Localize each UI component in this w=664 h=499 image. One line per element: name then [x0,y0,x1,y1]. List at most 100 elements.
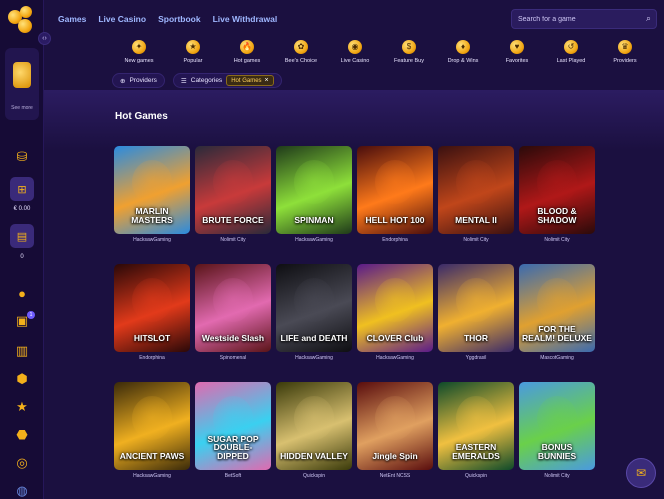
category-hot-games[interactable]: 🔥 Hot games [220,40,274,64]
category-last-played[interactable]: ↺ Last Played [544,40,598,64]
category-label: Live Casino [340,58,370,64]
game-title: Jingle Spin [372,450,418,461]
game-card[interactable]: Westside Slash Spinomenal [195,264,271,361]
game-provider: Endorphina [139,355,165,361]
game-thumbnail[interactable]: HIDDEN VALLEY [276,382,352,470]
category-favorites[interactable]: ♥ Favorites [490,40,544,64]
game-thumbnail[interactable]: LIFE and DEATH [276,264,352,352]
category-drops-wins[interactable]: ♦ Drop & Wins [436,40,490,64]
target-icon[interactable]: ◎ [11,452,33,474]
bee-logo-icon[interactable] [6,6,38,34]
game-card[interactable]: HIDDEN VALLEY Quickspin [276,382,352,479]
game-card[interactable]: EASTERN EMERALDS Quickspin [438,382,514,479]
game-thumbnail[interactable]: ANCIENT PAWS [114,382,190,470]
category-label: Favorites [505,58,529,64]
coins-stack-icon[interactable]: ● [11,282,33,304]
game-thumbnail[interactable]: CLOVER Club [357,264,433,352]
game-card[interactable]: CLOVER Club HacksawGaming [357,264,433,361]
game-card[interactable]: HITSLOT Endorphina [114,264,190,361]
game-card[interactable]: BLOOD & SHADOW Nolimit City [519,146,595,243]
game-artwork [294,278,334,322]
new-games-icon: ✦ [132,40,146,54]
drops-wins-icon: ♦ [456,40,470,54]
game-title: BLOOD & SHADOW [537,206,577,225]
game-artwork [537,160,577,204]
game-card[interactable]: BRUTE FORCE Nolimit City [195,146,271,243]
nav-live-withdrawal[interactable]: Live Withdrawal [213,14,278,24]
game-title: ANCIENT PAWS [119,450,185,461]
game-thumbnail[interactable]: MENTAL II [438,146,514,234]
game-card[interactable]: SPINMAN HacksawGaming [276,146,352,243]
game-card[interactable]: MENTAL II Nolimit City [438,146,514,243]
game-card[interactable]: THOR Yggdrasil [438,264,514,361]
game-artwork [294,396,334,440]
game-provider: Nolimit City [544,237,570,243]
game-thumbnail[interactable]: SUGAR POP DOUBLE-DIPPED [195,382,271,470]
chat-button[interactable]: ✉ [626,458,656,488]
game-provider: Nolimit City [463,237,489,243]
category-label: Last Played [556,58,586,64]
game-thumbnail[interactable]: HITSLOT [114,264,190,352]
category-new-games[interactable]: ✦ New games [112,40,166,64]
category-popular[interactable]: ★ Popular [166,40,220,64]
category-label: New games [124,58,154,64]
game-card[interactable]: ANCIENT PAWS HacksawGaming [114,382,190,479]
game-artwork [537,278,577,322]
game-card[interactable]: SUGAR POP DOUBLE-DIPPED BetSoft [195,382,271,479]
game-card[interactable]: FOR THE REALM! DELUXE MascotGaming [519,264,595,361]
game-provider: MascotGaming [540,355,574,361]
game-title: HITSLOT [133,332,171,343]
game-thumbnail[interactable]: HELL HOT 100 [357,146,433,234]
nav-live-casino[interactable]: Live Casino [98,14,146,24]
game-provider: Nolimit City [220,237,246,243]
wallet-icon[interactable]: ▤ [10,224,34,248]
active-tag[interactable]: Hot Games × [226,75,274,86]
game-title: BONUS BUNNIES [537,442,577,461]
categories-filter[interactable]: ☰ Categories Hot Games × [172,73,282,88]
search-box: ⌕ [511,9,657,29]
hexagon-icon[interactable]: ⬣ [11,424,33,446]
game-thumbnail[interactable]: Jingle Spin [357,382,433,470]
game-title: MARLIN MASTERS [131,206,173,225]
game-title: BRUTE FORCE [202,214,264,225]
game-thumbnail[interactable]: SPINMAN [276,146,352,234]
game-card[interactable]: MARLIN MASTERS HacksawGaming [114,146,190,243]
game-thumbnail[interactable]: BONUS BUNNIES [519,382,595,470]
search-input[interactable] [518,14,638,25]
language-flag-icon[interactable]: ◍ [11,480,33,499]
nav-games[interactable]: Games [58,14,86,24]
collapse-sidebar-icon[interactable]: ‹› [38,32,51,45]
game-card[interactable]: LIFE and DEATH HacksawGaming [276,264,352,361]
game-provider: HacksawGaming [133,237,171,243]
game-title: EASTERN EMERALDS [452,442,500,461]
game-thumbnail[interactable]: BLOOD & SHADOW [519,146,595,234]
shield-icon[interactable]: ⬢ [11,368,33,390]
search-icon[interactable]: ⌕ [646,13,651,24]
game-artwork [456,278,496,322]
list-icon: ☰ [180,77,187,85]
game-artwork [132,278,172,322]
sidebar: See more ⛁ ⊞ € 0.00 ▤ 0 ● ▣ 1 ▥ ⬢ ★ ⬣ ◎ … [0,0,44,499]
game-thumbnail[interactable]: EASTERN EMERALDS [438,382,514,470]
game-thumbnail[interactable]: FOR THE REALM! DELUXE [519,264,595,352]
game-thumbnail[interactable]: BRUTE FORCE [195,146,271,234]
nav-sportbook[interactable]: Sportbook [158,14,201,24]
section-title: Hot Games [115,111,168,122]
providers-filter[interactable]: ⊕ Providers [112,73,165,88]
category-live-casino[interactable]: ◉ Live Casino [328,40,382,64]
bee-bank-icon[interactable]: ⛁ [11,146,33,168]
category-providers[interactable]: ♛ Providers [598,40,652,64]
see-more-button[interactable]: See more [5,48,39,120]
game-card[interactable]: HELL HOT 100 Endorphina [357,146,433,243]
deposit-icon[interactable]: ⊞ [10,177,34,201]
category-feature-buy[interactable]: $ Feature Buy [382,40,436,64]
game-thumbnail[interactable]: MARLIN MASTERS [114,146,190,234]
category-bees-choice[interactable]: ✿ Bee's Choice [274,40,328,64]
game-thumbnail[interactable]: Westside Slash [195,264,271,352]
star-icon[interactable]: ★ [11,396,33,418]
leaderboard-icon[interactable]: ▥ [11,340,33,362]
game-card[interactable]: Jingle Spin NetEnt NCSS [357,382,433,479]
game-thumbnail[interactable]: THOR [438,264,514,352]
close-icon[interactable]: × [265,77,269,84]
game-card[interactable]: BONUS BUNNIES Nolimit City [519,382,595,479]
